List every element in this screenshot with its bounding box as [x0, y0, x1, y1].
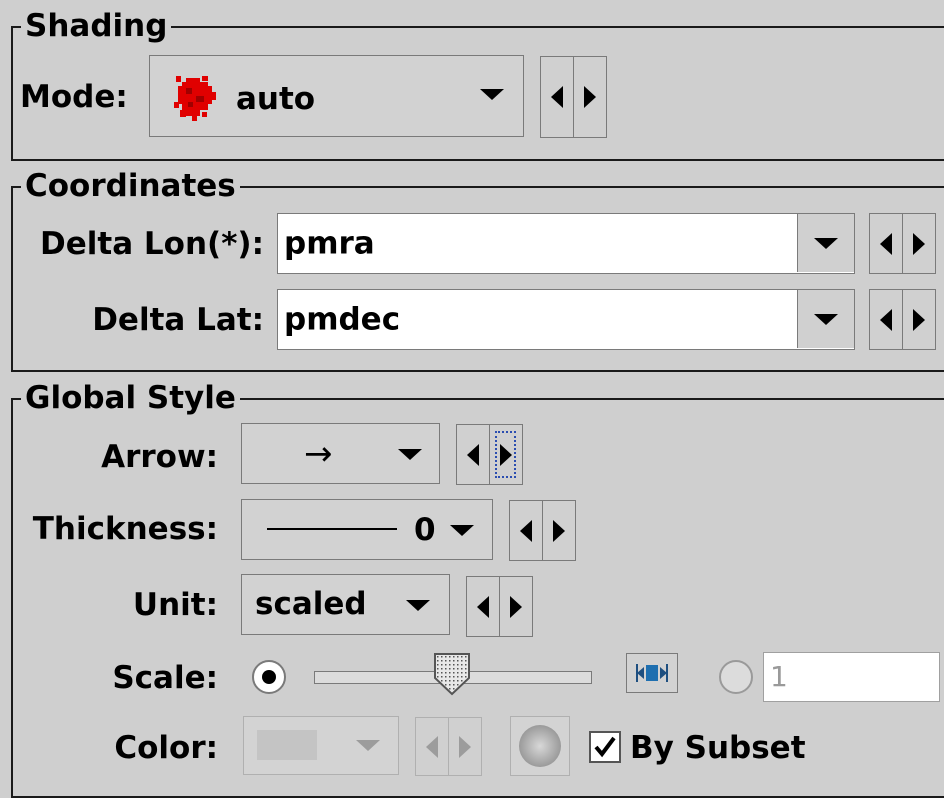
- line-sample-icon: [267, 528, 397, 530]
- unit-value: scaled: [255, 586, 367, 622]
- mode-value: auto: [236, 81, 316, 117]
- arrow-right-icon: [912, 232, 925, 255]
- coordinates-legend: Coordinates: [21, 168, 240, 204]
- delta-lon-field[interactable]: pmra: [277, 213, 855, 274]
- chevron-down-icon: [398, 449, 422, 460]
- thickness-combo[interactable]: 0: [241, 499, 493, 560]
- arrow-prev-next[interactable]: [456, 424, 523, 485]
- arrow-prev-button[interactable]: [457, 425, 490, 484]
- mode-prev-next[interactable]: [540, 56, 607, 138]
- color-wheel-icon: [519, 725, 561, 767]
- arrow-right-icon: [552, 519, 565, 542]
- by-subset-checkbox[interactable]: [588, 730, 622, 764]
- color-swatch: [257, 730, 317, 760]
- delta-lon-value: pmra: [284, 225, 375, 261]
- mode-next-button[interactable]: [572, 57, 607, 137]
- unit-prev-button[interactable]: [467, 577, 500, 636]
- slider-thumb[interactable]: [433, 652, 471, 696]
- scale-label: Scale:: [112, 660, 218, 696]
- arrow-left-icon: [520, 519, 533, 542]
- arrow-combo[interactable]: →: [241, 423, 440, 484]
- chevron-down-icon: [814, 314, 838, 325]
- mode-prev-button[interactable]: [541, 57, 574, 137]
- arrow-left-icon: [426, 735, 439, 758]
- delta-lat-prev-next[interactable]: [869, 289, 936, 350]
- chevron-down-icon: [356, 740, 380, 751]
- arrow-label: Arrow:: [101, 439, 218, 475]
- unit-combo[interactable]: scaled: [241, 574, 450, 635]
- thickness-value: 0: [414, 512, 436, 548]
- chevron-down-icon: [480, 89, 504, 100]
- color-prev-button: [416, 718, 449, 775]
- scale-reset-button[interactable]: [626, 653, 678, 693]
- global-style-legend: Global Style: [21, 380, 240, 416]
- color-chooser-button: [510, 716, 570, 776]
- arrow-right-icon: [583, 86, 596, 108]
- color-next-button: [447, 718, 482, 775]
- arrow-left-icon: [477, 595, 490, 618]
- color-prev-next: [415, 717, 482, 776]
- arrow-next-button[interactable]: [488, 425, 523, 484]
- arrow-left-icon: [467, 443, 480, 466]
- arrow-right-icon: [912, 308, 925, 331]
- scale-text-radio[interactable]: [717, 658, 755, 696]
- thickness-prev-button[interactable]: [510, 501, 543, 560]
- delta-lat-field[interactable]: pmdec: [277, 289, 855, 350]
- color-label: Color:: [114, 730, 218, 766]
- thickness-next-button[interactable]: [541, 501, 576, 560]
- arrow-right-icon: [499, 443, 512, 466]
- red-splat-icon: [174, 76, 216, 121]
- delta-lon-next-button[interactable]: [901, 214, 936, 273]
- delta-lon-prev-next[interactable]: [869, 213, 936, 274]
- arrow-left-icon: [551, 86, 564, 108]
- mode-combo[interactable]: auto: [149, 55, 524, 137]
- mode-label: Mode:: [20, 79, 128, 115]
- delta-lon-dropdown-button[interactable]: [797, 214, 854, 272]
- delta-lon-prev-button[interactable]: [870, 214, 903, 273]
- arrow-left-icon: [880, 308, 893, 331]
- arrow-left-icon: [880, 232, 893, 255]
- scale-slider[interactable]: [314, 653, 592, 700]
- thickness-label: Thickness:: [32, 511, 218, 547]
- delta-lon-label: Delta Lon(*):: [40, 226, 264, 262]
- color-combo: [243, 716, 399, 775]
- scale-text-field[interactable]: 1: [763, 652, 940, 702]
- scale-slider-radio[interactable]: [250, 658, 288, 696]
- chevron-down-icon: [450, 525, 474, 536]
- shading-legend: Shading: [21, 8, 172, 44]
- chevron-down-icon: [814, 238, 838, 249]
- delta-lat-value: pmdec: [284, 301, 401, 337]
- arrow-value: →: [304, 434, 333, 474]
- fit-width-icon: [636, 664, 668, 682]
- by-subset-label: By Subset: [630, 730, 806, 766]
- chevron-down-icon: [406, 600, 430, 611]
- delta-lat-label: Delta Lat:: [92, 302, 264, 338]
- unit-next-button[interactable]: [498, 577, 533, 636]
- unit-prev-next[interactable]: [466, 576, 533, 637]
- arrow-right-icon: [509, 595, 522, 618]
- delta-lat-next-button[interactable]: [901, 290, 936, 349]
- arrow-right-icon: [458, 735, 471, 758]
- thickness-prev-next[interactable]: [509, 500, 576, 561]
- delta-lat-dropdown-button[interactable]: [797, 290, 854, 348]
- scale-text-value: 1: [770, 660, 788, 693]
- unit-label: Unit:: [132, 587, 218, 623]
- delta-lat-prev-button[interactable]: [870, 290, 903, 349]
